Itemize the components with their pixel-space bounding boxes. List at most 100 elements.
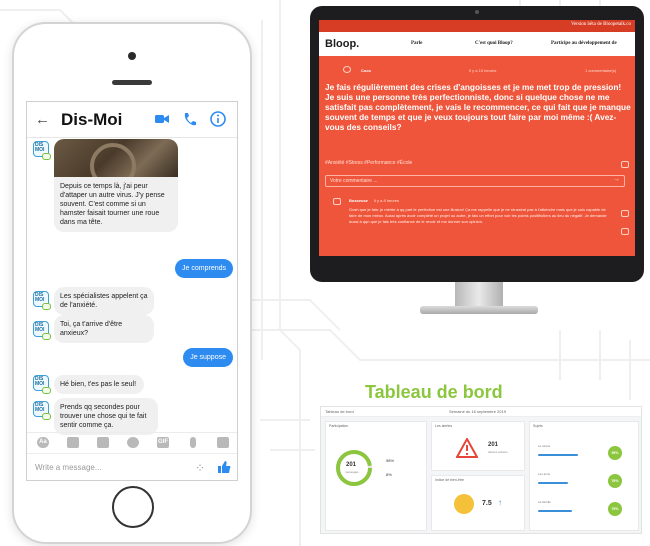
reply-share-icon[interactable] bbox=[621, 228, 629, 235]
topic-label: Les amis bbox=[538, 472, 551, 476]
reply-header: Bosseuse Il y a 8 heures bbox=[349, 198, 399, 203]
smartphone-mockup: ← Dis-Moi DIS MOI Depuis ce temps là, j'a… bbox=[12, 22, 252, 544]
nav-item-about[interactable]: C'est quoi Bloop? bbox=[475, 41, 513, 46]
topic-bar bbox=[538, 482, 568, 484]
front-camera bbox=[128, 52, 136, 60]
topic-bar bbox=[538, 510, 572, 512]
beta-banner: Version bêta de Bloopetalk.co bbox=[319, 20, 635, 32]
panel-topics: Sujets Le stress 95% Les amis 76% La fam… bbox=[529, 421, 639, 531]
message-bubble: Prends qq secondes pour trouver une chos… bbox=[54, 398, 158, 435]
nav-item-parle[interactable]: Parle bbox=[411, 41, 422, 46]
beta-text: Version bêta de Bloopetalk.co bbox=[571, 22, 631, 27]
chat-title: Dis-Moi bbox=[61, 110, 123, 129]
site-logo[interactable]: Bloop. bbox=[325, 38, 359, 50]
reply-avatar-icon bbox=[333, 198, 341, 205]
text-format-icon[interactable]: Aa bbox=[37, 437, 49, 448]
reply-text: Gosh que je fais: je mérite à qq part le… bbox=[349, 207, 607, 224]
promo-collage: ← Dis-Moi DIS MOI Depuis ce temps là, j'a… bbox=[0, 0, 650, 546]
message-bubble-out: Je suppose bbox=[183, 348, 233, 367]
dashboard-screenshot: Tableau de bord Semaine du 16 septembre … bbox=[320, 406, 642, 534]
comment-placeholder: Votre commentaire ... bbox=[330, 178, 378, 184]
topic-badge: 79% bbox=[608, 502, 622, 516]
post-tags[interactable]: #Anxiété #Stress #Performance #École bbox=[325, 160, 412, 166]
phone-call-icon[interactable] bbox=[181, 110, 199, 128]
bot-avatar-icon: DIS MOI bbox=[33, 401, 51, 420]
share-icon[interactable] bbox=[621, 161, 629, 168]
message-list: DIS MOI Depuis ce temps là, j'ai peur d'a… bbox=[27, 139, 237, 435]
nav-item-contribute[interactable]: Participe au développement de bbox=[551, 41, 617, 46]
donut-value: 201 bbox=[346, 462, 357, 468]
bot-avatar-icon: DIS MOI bbox=[33, 141, 51, 160]
post-time: Il y a 10 heures bbox=[469, 68, 497, 73]
mic-icon[interactable] bbox=[190, 437, 196, 448]
monitor-base bbox=[420, 306, 538, 314]
info-icon[interactable] bbox=[209, 110, 227, 128]
bot-avatar-icon: DIS MOI bbox=[33, 321, 51, 340]
donut-sub: messages bbox=[345, 470, 359, 474]
dashboard-week[interactable]: Semaine du 16 septembre 2019 bbox=[449, 409, 506, 414]
trend-up-icon: ↑ bbox=[498, 498, 502, 507]
message-bubble: Hé bien, t'es pas le seul! bbox=[54, 375, 144, 394]
user-avatar-icon bbox=[343, 66, 351, 73]
message-input[interactable]: Write a message... bbox=[35, 463, 102, 472]
composer-toolbar: Aa GIF bbox=[27, 432, 237, 452]
topic-badge: 95% bbox=[608, 446, 622, 460]
reply-time: Il y a 8 heures bbox=[373, 198, 400, 203]
smiley-icon bbox=[454, 494, 474, 514]
webcam bbox=[475, 10, 479, 14]
shared-image[interactable] bbox=[54, 139, 178, 177]
mood-value: 7.5 bbox=[482, 500, 492, 507]
thumbs-up-icon[interactable] bbox=[217, 460, 231, 474]
emoji-icon[interactable] bbox=[127, 437, 139, 448]
dashboard-heading: Tableau de bord bbox=[365, 382, 503, 402]
participation-donut bbox=[336, 450, 372, 486]
camera-icon[interactable] bbox=[67, 437, 79, 448]
monitor-chin bbox=[310, 258, 644, 282]
message-bubble: Les spécialistes appelent ça de l'anxiét… bbox=[54, 287, 154, 315]
video-call-icon[interactable] bbox=[153, 110, 171, 128]
earpiece bbox=[112, 80, 152, 85]
panel-label: Participation bbox=[329, 424, 349, 428]
panel-mood: Indice de bien-être 7.5 ↑ bbox=[431, 475, 525, 531]
home-button[interactable] bbox=[112, 486, 154, 528]
topic-bar bbox=[538, 454, 578, 456]
monitor-stand bbox=[455, 282, 503, 308]
gif-icon[interactable]: GIF bbox=[157, 437, 169, 448]
panel-participation: Participation 201 messages 98% 8% bbox=[325, 421, 427, 531]
message-bubble: Depuis ce temps là, j'ai peur d'attaper … bbox=[54, 177, 178, 232]
message-composer[interactable]: Write a message... ⁘ bbox=[27, 453, 237, 480]
topic-label: La famille bbox=[538, 500, 551, 504]
alerts-value: 201 bbox=[488, 442, 499, 448]
reply-author: Bosseuse bbox=[349, 198, 368, 203]
like-icon[interactable] bbox=[621, 210, 629, 217]
sticker-icon[interactable]: ⁘ bbox=[195, 461, 205, 475]
more-icon[interactable] bbox=[217, 437, 229, 448]
post-comment-count: 1 commentaire(s) bbox=[585, 68, 617, 73]
post-title: Je fais régulièrement des crises d'angoi… bbox=[325, 82, 631, 132]
back-arrow-icon[interactable]: ← bbox=[35, 111, 50, 128]
panel-label: Indice de bien-être bbox=[435, 478, 464, 482]
stat-2: 8% bbox=[386, 472, 392, 477]
website-screen: Version bêta de Bloopetalk.co Bloop. Par… bbox=[319, 20, 635, 256]
stat-1: 98% bbox=[386, 458, 395, 463]
bot-avatar-icon: DIS MOI bbox=[33, 375, 51, 394]
desktop-monitor: Version bêta de Bloopetalk.co Bloop. Par… bbox=[310, 6, 644, 282]
messenger-screen: ← Dis-Moi DIS MOI Depuis ce temps là, j'a… bbox=[26, 101, 238, 481]
topic-badge: 76% bbox=[608, 474, 622, 488]
message-bubble-out: Je comprends bbox=[175, 259, 233, 278]
bot-avatar-icon: DIS MOI bbox=[33, 291, 51, 310]
topic-label: Le stress bbox=[538, 444, 551, 448]
alerts-sub: Alertes actives bbox=[488, 450, 508, 454]
chat-header: ← Dis-Moi bbox=[27, 102, 237, 138]
panel-label: Sujets bbox=[533, 424, 543, 428]
comment-input[interactable]: Votre commentaire ... → bbox=[325, 175, 625, 187]
dashboard-top-left: Tableau de bord bbox=[325, 409, 354, 414]
dashboard-topbar: Tableau de bord Semaine du 16 septembre … bbox=[321, 407, 641, 417]
message-bubble: Toi, ça t'arrive d'être anxieux? bbox=[54, 315, 154, 343]
panel-label: Les alertes bbox=[435, 424, 453, 428]
image-icon[interactable] bbox=[97, 437, 109, 448]
alert-triangle-icon bbox=[456, 438, 478, 458]
panel-alerts: Les alertes 201 Alertes actives bbox=[431, 421, 525, 471]
post-author: Coco bbox=[361, 68, 371, 73]
submit-arrow-icon[interactable]: → bbox=[613, 176, 620, 183]
